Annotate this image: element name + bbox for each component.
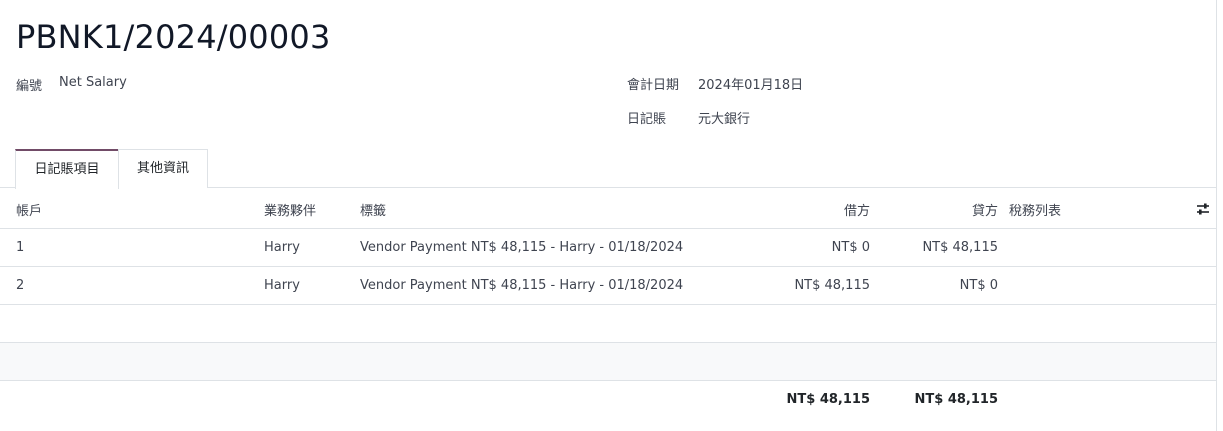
- cell-partner[interactable]: Harry: [264, 278, 300, 293]
- notebook-tabs: 日記賬項目 其他資訊: [0, 149, 1216, 189]
- sliders-icon[interactable]: [1195, 201, 1211, 217]
- cell-account[interactable]: 1: [16, 240, 24, 255]
- header-debit[interactable]: 借方: [770, 200, 870, 219]
- header-label[interactable]: 標籤: [360, 200, 386, 219]
- cell-label[interactable]: Vendor Payment NT$ 48,115 - Harry - 01/1…: [360, 278, 683, 293]
- cell-label[interactable]: Vendor Payment NT$ 48,115 - Harry - 01/1…: [360, 240, 683, 255]
- tab-journal-items[interactable]: 日記賬項目: [15, 149, 119, 189]
- empty-row: [0, 343, 1216, 381]
- empty-row: [0, 305, 1216, 343]
- cell-debit[interactable]: NT$ 48,115: [750, 278, 870, 293]
- date-label: 會計日期: [627, 78, 680, 93]
- date-field[interactable]: 2024年01月18日: [698, 74, 803, 93]
- header-account[interactable]: 帳戶: [16, 200, 42, 219]
- header-credit[interactable]: 貸方: [898, 200, 998, 219]
- table-row[interactable]: 1 Harry Vendor Payment NT$ 48,115 - Harr…: [0, 229, 1216, 267]
- form-right-border: [1216, 0, 1217, 431]
- total-credit: NT$ 48,115: [914, 392, 998, 407]
- header-partner[interactable]: 業務夥伴: [264, 200, 316, 219]
- cell-credit[interactable]: NT$ 48,115: [878, 240, 998, 255]
- header-taxes[interactable]: 稅務列表: [1009, 200, 1061, 219]
- cell-partner[interactable]: Harry: [264, 240, 300, 255]
- redacted-area: [26, 267, 212, 304]
- cell-debit[interactable]: NT$ 0: [750, 240, 870, 255]
- ref-field[interactable]: Net Salary: [59, 75, 127, 90]
- redacted-area: [26, 229, 212, 266]
- tab-other-info[interactable]: 其他資訊: [118, 149, 208, 188]
- page-title: PBNK1/2024/00003: [16, 18, 331, 56]
- total-debit: NT$ 48,115: [786, 392, 870, 407]
- table-row[interactable]: 2 Harry Vendor Payment NT$ 48,115 - Harr…: [0, 267, 1216, 305]
- journal-label: 日記賬: [627, 112, 667, 127]
- table-header: 帳戶 業務夥伴 標籤 借方 貸方 稅務列表: [0, 188, 1216, 229]
- journal-field[interactable]: 元大銀行: [698, 108, 750, 127]
- cell-credit[interactable]: NT$ 0: [878, 278, 998, 293]
- ref-label: 編號: [16, 79, 43, 94]
- cell-account[interactable]: 2: [16, 278, 24, 293]
